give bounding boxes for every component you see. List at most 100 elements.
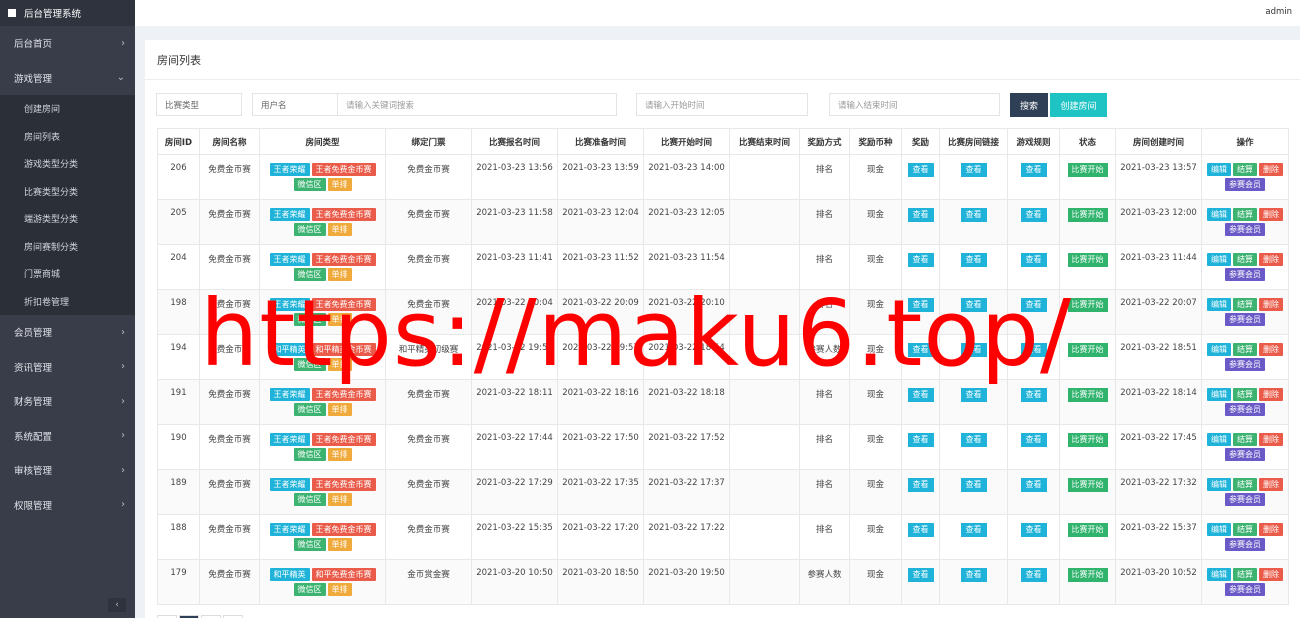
view-button[interactable]: 查看 [960, 433, 987, 447]
submenu-item-pc-game-type[interactable]: 端游类型分类 [0, 205, 135, 233]
view-button[interactable]: 查看 [960, 568, 987, 582]
members-button[interactable]: 参赛会员 [1225, 268, 1265, 281]
settle-button[interactable]: 结算 [1233, 388, 1257, 401]
view-button[interactable]: 查看 [907, 388, 934, 402]
edit-button[interactable]: 编辑 [1207, 433, 1231, 446]
delete-button[interactable]: 删除 [1259, 478, 1283, 491]
edit-button[interactable]: 编辑 [1207, 568, 1231, 581]
menu-item-finance[interactable]: 财务管理 › [0, 384, 135, 419]
menu-item-news[interactable]: 资讯管理 › [0, 350, 135, 385]
edit-button[interactable]: 编辑 [1207, 388, 1231, 401]
cell-start-time: 2021-03-20 19:50 [643, 559, 730, 605]
view-button[interactable]: 查看 [1020, 568, 1047, 582]
menu-item-system[interactable]: 系统配置 › [0, 419, 135, 454]
view-button[interactable]: 查看 [1020, 388, 1047, 402]
settle-button[interactable]: 结算 [1233, 343, 1257, 356]
delete-button[interactable]: 删除 [1259, 523, 1283, 536]
delete-button[interactable]: 删除 [1259, 433, 1283, 446]
cell-actions: 编辑 结算 删除参赛会员 [1201, 289, 1289, 335]
column-header: 绑定门票 [385, 128, 472, 155]
settle-button[interactable]: 结算 [1233, 163, 1257, 176]
menu-item-home[interactable]: 后台首页 › [0, 26, 135, 61]
view-button[interactable]: 查看 [1020, 163, 1047, 177]
delete-button[interactable]: 删除 [1259, 253, 1283, 266]
menu-item-label: 财务管理 [14, 397, 53, 409]
edit-button[interactable]: 编辑 [1207, 163, 1231, 176]
view-button[interactable]: 查看 [960, 388, 987, 402]
view-button[interactable]: 查看 [907, 523, 934, 537]
delete-button[interactable]: 删除 [1259, 163, 1283, 176]
members-button[interactable]: 参赛会员 [1225, 358, 1265, 371]
submenu-item-create-room[interactable]: 创建房间 [0, 95, 135, 123]
edit-button[interactable]: 编辑 [1207, 478, 1231, 491]
view-button[interactable]: 查看 [907, 208, 934, 222]
menu-item-review[interactable]: 审核管理 › [0, 453, 135, 488]
edit-button[interactable]: 编辑 [1207, 343, 1231, 356]
menu-item-label: 系统配置 [14, 431, 53, 443]
view-button[interactable]: 查看 [907, 568, 934, 582]
settle-button[interactable]: 结算 [1233, 208, 1257, 221]
members-button[interactable]: 参赛会员 [1225, 403, 1265, 416]
edit-button[interactable]: 编辑 [1207, 253, 1231, 266]
status-badge: 比赛开始 [1067, 298, 1108, 312]
menu-item-members[interactable]: 会员管理 › [0, 315, 135, 350]
cell-signup-time: 2021-03-23 11:58 [471, 199, 558, 245]
view-button[interactable]: 查看 [960, 253, 987, 267]
submenu-item-ticket-shop[interactable]: 门票商城 [0, 260, 135, 288]
cell-ticket: 金币赏金赛 [385, 559, 472, 605]
view-button[interactable]: 查看 [960, 478, 987, 492]
brand: 后台管理系统 [0, 0, 135, 26]
delete-button[interactable]: 删除 [1259, 298, 1283, 311]
settle-button[interactable]: 结算 [1233, 298, 1257, 311]
members-button[interactable]: 参赛会员 [1225, 223, 1265, 236]
submenu-item-match-type[interactable]: 比赛类型分类 [0, 178, 135, 206]
settle-button[interactable]: 结算 [1233, 523, 1257, 536]
collapse-sidebar-button[interactable]: ‹ [108, 598, 126, 612]
view-button[interactable]: 查看 [960, 163, 987, 177]
view-button[interactable]: 查看 [907, 163, 934, 177]
members-button[interactable]: 参赛会员 [1225, 538, 1265, 551]
view-button[interactable]: 查看 [1020, 433, 1047, 447]
members-button[interactable]: 参赛会员 [1225, 313, 1265, 326]
edit-button[interactable]: 编辑 [1207, 208, 1231, 221]
delete-button[interactable]: 删除 [1259, 208, 1283, 221]
settle-button[interactable]: 结算 [1233, 478, 1257, 491]
delete-button[interactable]: 删除 [1259, 388, 1283, 401]
menu-item-game-management[interactable]: 游戏管理 ⌄ [0, 61, 135, 96]
members-button[interactable]: 参赛会员 [1225, 583, 1265, 596]
members-button[interactable]: 参赛会员 [1225, 448, 1265, 461]
menu-item-permissions[interactable]: 权限管理 › [0, 488, 135, 523]
view-button[interactable]: 查看 [960, 523, 987, 537]
keyword-input[interactable]: 请输入关键词搜索 [337, 93, 617, 116]
search-field-select[interactable]: 用户名 [252, 93, 338, 116]
delete-button[interactable]: 删除 [1259, 568, 1283, 581]
settle-button[interactable]: 结算 [1233, 568, 1257, 581]
search-button[interactable]: 搜索 [1010, 93, 1048, 117]
view-button[interactable]: 查看 [1020, 523, 1047, 537]
edit-button[interactable]: 编辑 [1207, 523, 1231, 536]
view-button[interactable]: 查看 [1020, 478, 1047, 492]
view-button[interactable]: 查看 [1020, 208, 1047, 222]
members-button[interactable]: 参赛会员 [1225, 178, 1265, 191]
submenu-item-game-type[interactable]: 游戏类型分类 [0, 150, 135, 178]
match-type-select[interactable]: 比赛类型 [156, 93, 242, 116]
cell-room-name: 免费金币赛 [199, 199, 260, 245]
start-time-input[interactable]: 请输入开始时间 [636, 93, 808, 116]
view-button[interactable]: 查看 [907, 478, 934, 492]
user-menu[interactable]: admin [1265, 7, 1292, 17]
view-button[interactable]: 查看 [1020, 253, 1047, 267]
view-button[interactable]: 查看 [907, 433, 934, 447]
create-room-button[interactable]: 创建房间 [1050, 93, 1107, 117]
edit-button[interactable]: 编辑 [1207, 298, 1231, 311]
members-button[interactable]: 参赛会员 [1225, 493, 1265, 506]
settle-button[interactable]: 结算 [1233, 253, 1257, 266]
delete-button[interactable]: 删除 [1259, 343, 1283, 356]
submenu-item-room-format[interactable]: 房间赛制分类 [0, 233, 135, 261]
view-button[interactable]: 查看 [960, 208, 987, 222]
view-button[interactable]: 查看 [907, 253, 934, 267]
end-time-input[interactable]: 请输入结束时间 [829, 93, 1000, 116]
submenu-item-coupon[interactable]: 折扣卷管理 [0, 288, 135, 316]
cell-prepare-time: 2021-03-22 17:20 [557, 514, 644, 560]
submenu-item-room-list[interactable]: 房间列表 [0, 123, 135, 151]
settle-button[interactable]: 结算 [1233, 433, 1257, 446]
